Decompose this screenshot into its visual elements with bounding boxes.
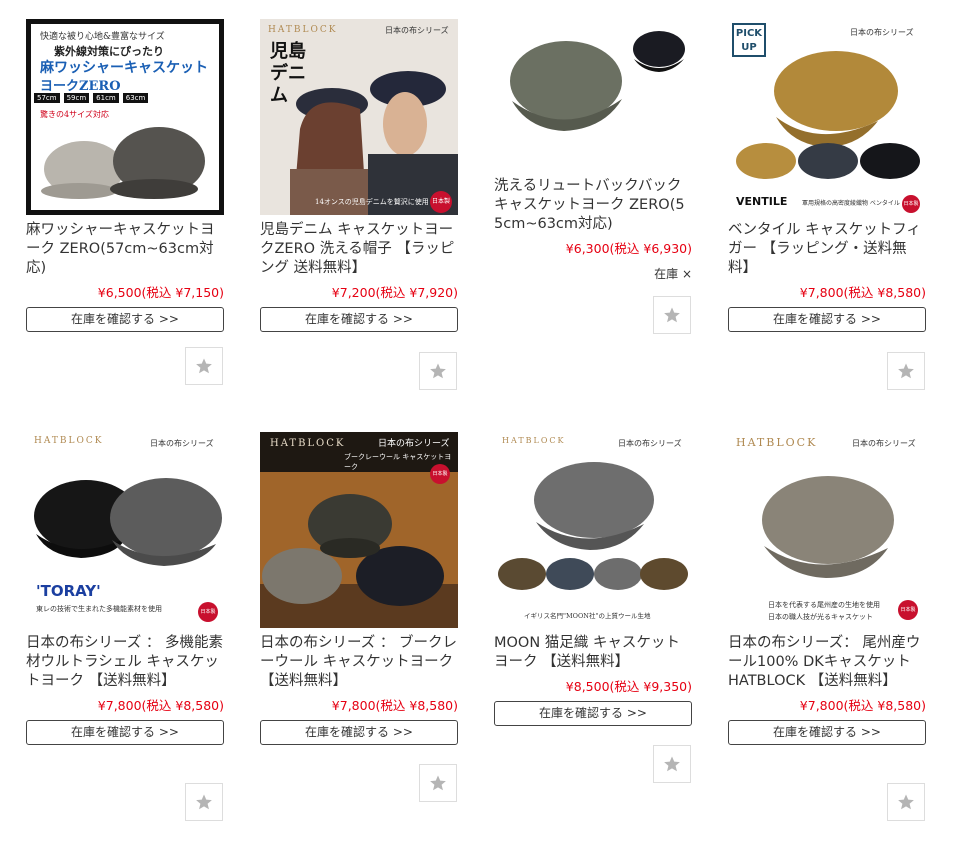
product-card: HATBLOCK 日本の布シリーズ 'TORAY' 東レの技術で生まれた多機能素…: [26, 432, 224, 745]
made-in-japan-badge: 日本製: [898, 600, 918, 620]
product-title[interactable]: 日本の布シリーズ： 尾州産ウール100% DKキャスケット HATBLOCK 【…: [728, 634, 926, 691]
product-card: HATBLOCK 日本の布シリーズ ブークレーウール キャスケットヨーク 日本製…: [260, 432, 458, 745]
product-card: 洗えるリュートバックバックキャスケットヨーク ZERO(55cm~63cm対応)…: [494, 19, 692, 282]
cap-illustration: [762, 476, 894, 578]
product-image[interactable]: HATBLOCK 日本の布シリーズ 児島デニム 14オンスの児島デニムを贅沢に使…: [260, 19, 458, 215]
made-in-japan-badge: 日本製: [430, 191, 452, 213]
image-text: 日本の布シリーズ: [850, 28, 914, 37]
favorite-button[interactable]: [419, 352, 457, 390]
image-text: 日本の布シリーズ: [150, 439, 214, 448]
product-image[interactable]: HATBLOCK 日本の布シリーズ イギリス名門"MOON社"の上質ウール生地: [494, 432, 692, 628]
check-stock-button[interactable]: 在庫を確認する >>: [260, 307, 458, 332]
models-illustration: [290, 71, 458, 215]
check-stock-button[interactable]: 在庫を確認する >>: [26, 307, 224, 332]
size-chip: 63cm: [122, 93, 149, 103]
product-title[interactable]: ベンタイル キャスケットフィガー 【ラッピング・送料無料】: [728, 221, 926, 278]
product-price: ¥7,800(税込 ¥8,580): [97, 698, 224, 713]
product-title[interactable]: 日本の布シリーズ ： ブークレーウール キャスケットヨーク 【送料無料】: [260, 634, 458, 691]
star-icon: [898, 794, 914, 810]
star-icon: [196, 794, 212, 810]
product-card: HATBLOCK 日本の布シリーズ 児島デニム 14オンスの児島デニムを贅沢に使…: [260, 19, 458, 332]
product-card: PICK UP 日本の布シリーズ VENTILE 軍用規格の高密度綾織物 ベンタ…: [728, 19, 926, 332]
image-text: ヨークZERO: [40, 79, 121, 94]
made-in-japan-badge: 日本製: [198, 602, 218, 622]
cap-illustration: [260, 494, 458, 628]
image-text: 軍用規格の高密度綾織物 ベンタイル: [802, 200, 900, 207]
product-price: ¥7,800(税込 ¥8,580): [799, 285, 926, 300]
check-stock-button[interactable]: 在庫を確認する >>: [26, 720, 224, 745]
image-text: 東レの技術で生まれた多機能素材を使用: [36, 605, 162, 613]
product-title[interactable]: 麻ワッシャーキャスケットヨーク ZERO(57cm~63cm対応): [26, 221, 224, 278]
check-stock-button[interactable]: 在庫を確認する >>: [494, 701, 692, 726]
image-text: 日本の布シリーズ: [385, 26, 449, 35]
size-chips: 57cm 59cm 61cm 63cm: [34, 93, 149, 103]
product-card: HATBLOCK 日本の布シリーズ イギリス名門"MOON社"の上質ウール生地 …: [494, 432, 692, 726]
product-grid: 快適な被り心地&豊富なサイズ 紫外線対策にぴったり 麻ワッシャーキャスケット ヨ…: [0, 0, 969, 842]
product-price: ¥7,200(税込 ¥7,920): [331, 285, 458, 300]
favorite-button[interactable]: [185, 783, 223, 821]
star-icon: [664, 756, 680, 772]
image-text: 快適な被り心地&豊富なサイズ: [40, 32, 165, 42]
favorite-button[interactable]: [653, 745, 691, 783]
made-in-japan-badge: 日本製: [430, 464, 450, 484]
favorite-button[interactable]: [653, 296, 691, 334]
favorite-button[interactable]: [887, 352, 925, 390]
product-image[interactable]: HATBLOCK 日本の布シリーズ 日本を代表する尾州産の生地を使用 日本の職人…: [728, 432, 926, 628]
product-price: ¥7,800(税込 ¥8,580): [799, 698, 926, 713]
image-text: HATBLOCK: [736, 436, 818, 449]
favorite-button[interactable]: [419, 764, 457, 802]
image-text: HATBLOCK: [502, 436, 566, 445]
image-text: HATBLOCK: [270, 438, 346, 449]
image-text: 日本を代表する尾州産の生地を使用: [768, 601, 880, 609]
image-text: 日本の布シリーズ: [618, 439, 682, 448]
star-icon: [898, 363, 914, 379]
cap-illustration: [498, 462, 688, 590]
star-icon: [430, 363, 446, 379]
image-text: 麻ワッシャーキャスケット: [40, 60, 208, 76]
cap-illustration: [736, 51, 920, 179]
star-icon: [430, 775, 446, 791]
check-stock-button[interactable]: 在庫を確認する >>: [260, 720, 458, 745]
product-card: HATBLOCK 日本の布シリーズ 日本を代表する尾州産の生地を使用 日本の職人…: [728, 432, 926, 745]
stock-status: 在庫 ×: [654, 267, 692, 281]
product-image[interactable]: PICK UP 日本の布シリーズ VENTILE 軍用規格の高密度綾織物 ベンタ…: [728, 19, 926, 215]
image-text: HATBLOCK: [268, 25, 338, 35]
size-chip: 59cm: [63, 93, 90, 103]
image-text: 日本の布シリーズ: [852, 439, 916, 448]
product-title[interactable]: 洗えるリュートバックバックキャスケットヨーク ZERO(55cm~63cm対応): [494, 177, 692, 234]
made-in-japan-badge: 日本製: [902, 195, 920, 213]
product-image[interactable]: HATBLOCK 日本の布シリーズ 'TORAY' 東レの技術で生まれた多機能素…: [26, 432, 224, 628]
toray-logo: 'TORAY': [36, 582, 101, 600]
product-image[interactable]: 快適な被り心地&豊富なサイズ 紫外線対策にぴったり 麻ワッシャーキャスケット ヨ…: [26, 19, 224, 215]
product-title[interactable]: 児島デニム キャスケットヨークZERO 洗える帽子 【ラッピング 送料無料】: [260, 221, 458, 278]
check-stock-button[interactable]: 在庫を確認する >>: [728, 720, 926, 745]
product-title[interactable]: MOON 猫足織 キャスケットヨーク 【送料無料】: [494, 634, 692, 672]
product-price: ¥8,500(税込 ¥9,350): [565, 679, 692, 694]
image-text: VENTILE: [736, 195, 788, 208]
cap-illustration: [34, 478, 222, 566]
product-price: ¥6,300(税込 ¥6,930): [565, 241, 692, 256]
favorite-button[interactable]: [185, 347, 223, 385]
product-price: ¥7,800(税込 ¥8,580): [331, 698, 458, 713]
image-text: 14オンスの児島デニムを贅沢に使用: [315, 198, 429, 206]
product-title[interactable]: 日本の布シリーズ ： 多機能素材ウルトラシェル キャスケットヨーク 【送料無料】: [26, 634, 224, 691]
size-chip: 57cm: [34, 93, 60, 103]
size-chip: 61cm: [93, 93, 119, 103]
product-image[interactable]: [494, 19, 692, 169]
image-text: HATBLOCK: [34, 436, 104, 446]
product-card: 快適な被り心地&豊富なサイズ 紫外線対策にぴったり 麻ワッシャーキャスケット ヨ…: [26, 19, 224, 332]
image-text: イギリス名門"MOON社"の上質ウール生地: [524, 612, 651, 620]
product-price: ¥6,500(税込 ¥7,150): [97, 285, 224, 300]
product-image[interactable]: HATBLOCK 日本の布シリーズ ブークレーウール キャスケットヨーク 日本製: [260, 432, 458, 628]
check-stock-button[interactable]: 在庫を確認する >>: [728, 307, 926, 332]
star-icon: [664, 307, 680, 323]
favorite-button[interactable]: [887, 783, 925, 821]
image-text: 日本の職人技が光るキャスケット: [768, 613, 873, 621]
star-icon: [196, 358, 212, 374]
cap-illustration: [41, 127, 205, 199]
image-text: 日本の布シリーズ: [378, 439, 450, 449]
cap-illustration: [510, 31, 685, 131]
